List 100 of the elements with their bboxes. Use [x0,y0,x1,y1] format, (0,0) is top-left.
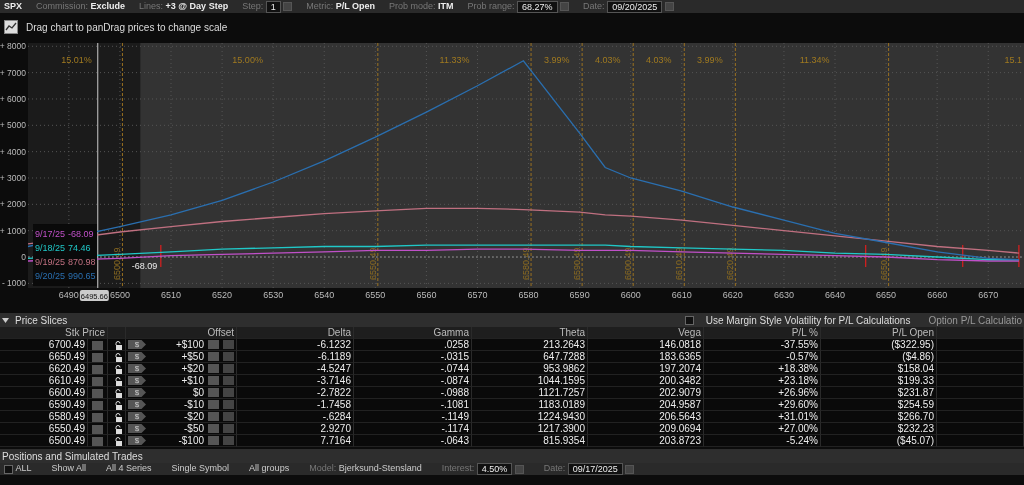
checkbox-label: Use Margin Style Volatility for P/L Calculations [705,313,911,328]
trade-marker [865,244,867,268]
table-cell: -.0988 [354,387,472,399]
table-cell: -.1149 [354,411,472,423]
table-cell: -.0874 [354,375,472,387]
checkbox[interactable] [684,315,694,325]
x-tick-label: 6570 [467,290,488,300]
table-cell: +$100 [175,339,204,350]
dollar-button[interactable]: $ [128,364,146,373]
table-cell: ($45.07) [821,435,937,447]
dropdown[interactable]: All 4 Series [106,462,152,476]
increment-button[interactable] [92,412,103,422]
dropdown[interactable]: ITM [438,0,454,14]
column-header: Offset [126,327,237,339]
spinner-buttons[interactable] [514,464,524,474]
spinner-buttons[interactable] [560,2,570,11]
unlocked-icon[interactable] [115,424,123,434]
dropdown[interactable]: P/L Open [335,0,375,14]
x-tick-label: 6600 [620,290,641,300]
dropdown[interactable]: Single Symbol [171,462,230,476]
tab-label[interactable]: Option P/L Calculatio [928,312,1022,328]
spinner-field[interactable]: 68.27% [517,0,558,13]
dollar-button[interactable]: $ [128,340,146,349]
table-cell: 6700.49 [0,339,88,351]
x-tick-label: 6560 [416,290,437,300]
y-tick-label: - 1000 [1,278,26,289]
increment-button[interactable] [92,352,103,362]
dollar-button[interactable]: $ [128,388,146,397]
dollar-button[interactable]: $ [128,376,146,385]
dropdown[interactable]: Bjerksund-Stensland [338,462,422,476]
dropdown[interactable]: All groups [249,462,290,476]
column-header: Stk Price [0,327,108,339]
dollar-button[interactable]: $ [128,352,146,361]
increment-button[interactable] [92,340,103,350]
spinner-field[interactable]: 4.50% [476,463,513,475]
x-tick-label: 6640 [825,290,846,300]
x-tick-label: 6530 [263,290,284,300]
table-cell: -$20 [184,411,204,422]
dollar-button[interactable]: $ [128,424,146,433]
table-cell: -.1174 [354,423,472,435]
table-cell: 203.8723 [588,435,704,447]
table-cell: -.1081 [354,399,472,411]
probability-label: 11.34% [799,55,830,65]
unlocked-icon[interactable] [115,376,123,386]
calendar-button[interactable] [664,2,674,11]
table-cell: -6.1232 [237,339,354,351]
dropdown[interactable]: SPX [4,0,22,14]
table-cell: 206.5643 [588,411,704,423]
table-cell: 7.7164 [237,435,354,447]
cursor-value: -68.09 [131,261,158,271]
hint-text: Drag chart to panDrag prices to change scale [26,20,228,35]
spinner-field[interactable]: 1 [265,0,281,13]
unlocked-icon[interactable] [115,340,123,350]
legend-background [33,224,97,286]
trade-marker [160,244,162,268]
checkbox-label: ALL [15,462,32,476]
table-cell: +$50 [181,351,204,362]
table-cell: 953.9862 [472,363,588,375]
table-cell: 204.9587 [588,399,704,411]
table-cell: -$10 [184,399,204,410]
unlocked-icon[interactable] [115,436,123,446]
table-cell: -$100 [178,435,204,446]
spinner-buttons[interactable] [283,2,293,11]
date-field[interactable]: 09/20/2025 [607,0,663,13]
table-cell: -.0315 [354,351,472,363]
unlocked-icon[interactable] [115,400,123,410]
date-field[interactable]: 09/17/2025 [567,463,623,475]
dropdown[interactable]: +3 @ Day Step [165,0,229,14]
increment-button[interactable] [92,424,103,434]
increment-button[interactable] [92,436,103,446]
unlocked-icon[interactable] [115,412,123,422]
unlocked-icon[interactable] [115,388,123,398]
table-cell: +$10 [181,375,204,386]
increment-button[interactable] [92,364,103,374]
probability-label: 15.00% [232,55,263,65]
table-cell: +18.38% [704,363,821,375]
dollar-button[interactable]: $ [128,400,146,409]
chart-icon[interactable] [4,20,18,34]
dollar-button[interactable]: $ [128,412,146,421]
x-tick-label: 6660 [927,290,948,300]
calendar-button[interactable] [625,464,635,474]
table-cell: $199.33 [821,375,937,387]
column-header: P/L Open [821,327,937,339]
dropdown[interactable]: Exclude [90,0,126,14]
increment-button[interactable] [92,400,103,410]
dropdown[interactable]: Show All [51,462,87,476]
strike-label: 6600.49 [623,247,634,280]
strike-label: 6620.49 [725,247,736,280]
increment-button[interactable] [92,388,103,398]
unlocked-icon[interactable] [115,364,123,374]
unlocked-icon[interactable] [115,352,123,362]
table-cell: 209.0694 [588,423,704,435]
collapse-arrow-icon[interactable] [2,316,9,324]
table-cell: 6610.49 [0,375,88,387]
probability-label: 15.01% [61,55,92,65]
increment-button[interactable] [92,376,103,386]
checkbox[interactable] [4,464,13,474]
dollar-button[interactable]: $ [128,436,146,445]
probability-label: 15.1 [1004,55,1022,65]
y-tick-label: + 7000 [0,67,26,78]
